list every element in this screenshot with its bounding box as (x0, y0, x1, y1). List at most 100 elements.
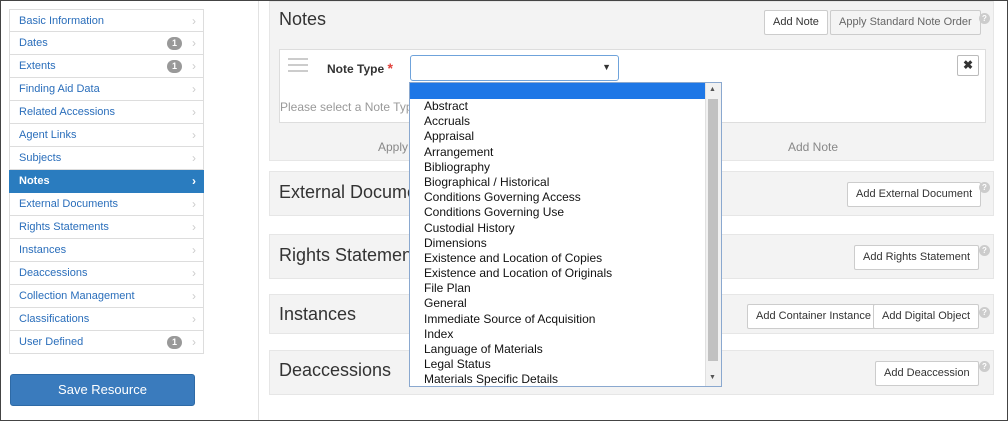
chevron-right-icon: › (192, 105, 196, 119)
save-resource-button[interactable]: Save Resource (10, 374, 195, 406)
drag-handle-icon[interactable] (288, 58, 308, 76)
chevron-right-icon: › (192, 14, 196, 28)
chevron-right-icon: › (192, 59, 196, 73)
chevron-right-icon: › (192, 151, 196, 165)
notes-title: Notes (279, 9, 327, 29)
dropdown-option[interactable]: Conditions Governing Use (410, 205, 706, 220)
dropdown-option[interactable]: Materials Specific Details (410, 372, 706, 386)
rights-statements-title: Rights Statements (279, 245, 427, 265)
sidebar-item[interactable]: Rights Statements › (9, 216, 204, 239)
sidebar-item-label: Basic Information (19, 15, 104, 27)
dropdown-option[interactable]: Biographical / Historical (410, 175, 706, 190)
dropdown-option[interactable]: File Plan (410, 281, 706, 296)
sidebar-item[interactable]: Related Accessions › (9, 101, 204, 124)
add-note-footer-link[interactable]: Add Note (788, 140, 838, 154)
chevron-right-icon: › (192, 243, 196, 257)
chevron-right-icon: › (192, 312, 196, 326)
sidebar-item-label: Subjects (19, 152, 62, 164)
dropdown-option[interactable]: General (410, 296, 706, 311)
add-note-button[interactable]: Add Note (764, 10, 828, 35)
sidebar-item-label: Notes (19, 175, 50, 187)
sidebar-item-label: User Defined (19, 336, 84, 348)
sidebar-item[interactable]: Extents 1 › (9, 55, 204, 78)
dropdown-option[interactable]: Immediate Source of Acquisition (410, 312, 706, 327)
add-external-document-button[interactable]: Add External Document (847, 182, 982, 207)
apply-standard-note-order-button[interactable]: Apply Standard Note Order (830, 10, 981, 35)
help-icon[interactable]: ? (979, 245, 990, 256)
sidebar-item-label: Classifications (19, 313, 90, 325)
dropdown-scrollbar[interactable]: ▲ ▼ (705, 83, 721, 386)
sidebar-item[interactable]: Agent Links › (9, 124, 204, 147)
dropdown-option[interactable]: Language of Materials (410, 342, 706, 357)
chevron-right-icon: › (192, 335, 196, 349)
divider (258, 1, 259, 420)
scroll-up-arrow-icon[interactable]: ▲ (709, 86, 716, 93)
chevron-right-icon: › (192, 266, 196, 280)
sidebar-item[interactable]: Notes › (9, 170, 204, 193)
sidebar-item[interactable]: Classifications › (9, 308, 204, 331)
chevron-right-icon: › (192, 174, 196, 188)
deaccessions-title: Deaccessions (279, 360, 392, 380)
sidebar-item-label: Collection Management (19, 290, 135, 302)
sidebar-item[interactable]: Deaccessions › (9, 262, 204, 285)
count-badge: 1 (167, 336, 182, 349)
add-container-instance-button[interactable]: Add Container Instance (747, 304, 880, 329)
sidebar-item-label: Finding Aid Data (19, 83, 100, 95)
dropdown-option[interactable]: Accruals (410, 114, 706, 129)
scrollbar-thumb[interactable] (708, 99, 718, 361)
chevron-right-icon: › (192, 128, 196, 142)
add-rights-statement-button[interactable]: Add Rights Statement (854, 245, 980, 270)
sidebar-item[interactable]: Subjects › (9, 147, 204, 170)
dropdown-highlighted-option[interactable] (410, 83, 721, 99)
chevron-right-icon: › (192, 289, 196, 303)
dropdown-option[interactable]: Conditions Governing Access (410, 190, 706, 205)
dropdown-option[interactable]: Index (410, 327, 706, 342)
sidebar-item-label: Rights Statements (19, 221, 109, 233)
app-frame: Basic Information › Dates 1 › Extents 1 › Findin… (0, 0, 1008, 421)
required-marker: * (387, 60, 393, 76)
help-icon[interactable]: ? (979, 182, 990, 193)
sidebar-item[interactable]: Basic Information › (9, 9, 204, 32)
dropdown-option[interactable]: Bibliography (410, 160, 706, 175)
chevron-right-icon: › (192, 36, 196, 50)
sidebar-item[interactable]: Dates 1 › (9, 32, 204, 55)
help-icon[interactable]: ? (979, 13, 990, 24)
sidebar-item-label: Agent Links (19, 129, 77, 141)
note-type-label-text: Note Type (327, 62, 385, 76)
sidebar-item[interactable]: External Documents › (9, 193, 204, 216)
chevron-right-icon: › (192, 82, 196, 96)
sidebar-item-label: Dates (19, 37, 48, 49)
dropdown-option[interactable]: Custodial History (410, 221, 706, 236)
dropdown-option[interactable]: Abstract (410, 99, 706, 114)
dropdown-option[interactable]: Dimensions (410, 236, 706, 251)
sidebar-item-label: Related Accessions (19, 106, 115, 118)
add-deaccession-button[interactable]: Add Deaccession (875, 361, 979, 386)
dropdown-option[interactable]: Arrangement (410, 145, 706, 160)
sidebar-item[interactable]: User Defined 1 › (9, 331, 204, 354)
sidebar-item-label: External Documents (19, 198, 119, 210)
note-type-select[interactable]: ▼ (410, 55, 619, 81)
instances-title: Instances (279, 304, 357, 324)
count-badge: 1 (167, 60, 182, 73)
dropdown-option[interactable]: Legal Status (410, 357, 706, 372)
chevron-right-icon: › (192, 197, 196, 211)
help-icon[interactable]: ? (979, 361, 990, 372)
help-icon[interactable]: ? (979, 307, 990, 318)
dropdown-option[interactable]: Existence and Location of Copies (410, 251, 706, 266)
sidebar-item[interactable]: Instances › (9, 239, 204, 262)
sidebar-item[interactable]: Finding Aid Data › (9, 78, 204, 101)
note-type-hint: Please select a Note Type (280, 100, 420, 114)
chevron-down-icon: ▼ (602, 62, 611, 72)
remove-note-button[interactable]: ✖ (957, 55, 979, 76)
dropdown-option[interactable]: Existence and Location of Originals (410, 266, 706, 281)
note-type-dropdown[interactable]: Abstract Accruals Appraisal Arrangement Bibl… (409, 82, 722, 387)
apply-standard-footer-link[interactable]: Apply (378, 140, 408, 154)
add-digital-object-button[interactable]: Add Digital Object (873, 304, 980, 329)
count-badge: 1 (167, 37, 182, 50)
sidebar-nav: Basic Information › Dates 1 › Extents 1 › Findin… (9, 9, 204, 354)
sidebar-item-label: Extents (19, 60, 56, 72)
scroll-down-arrow-icon[interactable]: ▼ (709, 374, 716, 381)
dropdown-option[interactable]: Appraisal (410, 129, 706, 144)
sidebar-item-label: Instances (19, 244, 67, 256)
sidebar-item[interactable]: Collection Management › (9, 285, 204, 308)
